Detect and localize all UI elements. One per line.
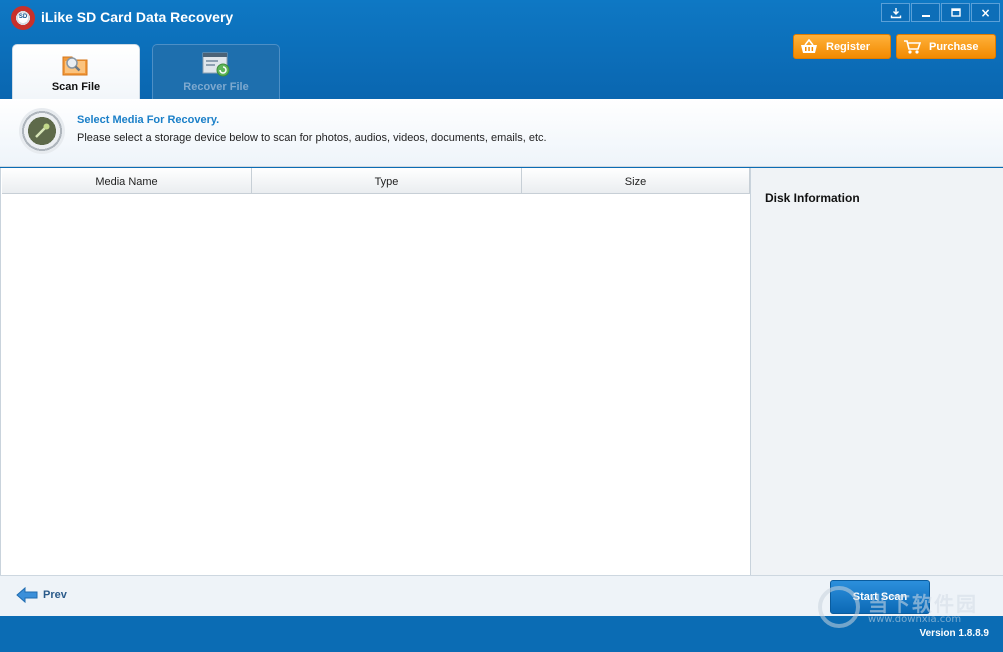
minimize-icon (921, 14, 930, 17)
instruction-banner: Select Media For Recovery. Please select… (0, 99, 1003, 167)
window-controls: × (881, 3, 1000, 22)
sd-card-disc-icon (19, 108, 65, 154)
recover-window-icon (202, 52, 230, 77)
title-bar: SD iLike SD Card Data Recovery × Scan Fi… (0, 0, 1003, 99)
prev-button[interactable]: Prev (16, 586, 67, 604)
purchase-label: Purchase (929, 40, 979, 53)
window-title: iLike SD Card Data Recovery (41, 9, 234, 25)
watermark-url: www.downxia.com (868, 614, 962, 625)
tab-label-scan: Scan File (51, 81, 101, 93)
shopping-cart-icon (904, 39, 921, 54)
start-scan-button[interactable]: Start Scan (830, 580, 930, 614)
minimize-button[interactable] (911, 3, 940, 22)
media-table-header: Media Name Type Size (2, 168, 750, 194)
download-update-button[interactable] (881, 3, 910, 22)
column-header-media-name[interactable]: Media Name (2, 168, 252, 193)
register-button[interactable]: Register (793, 34, 891, 59)
disk-information-title: Disk Information (765, 191, 860, 205)
column-header-size[interactable]: Size (522, 168, 750, 193)
register-label: Register (826, 40, 871, 53)
tab-recover-file[interactable]: Recover File (152, 44, 280, 99)
bottom-navigation: Prev Start Scan (0, 575, 1003, 616)
media-table[interactable]: Media Name Type Size (2, 168, 751, 575)
app-logo-icon: SD (11, 6, 35, 30)
close-icon: × (980, 5, 991, 20)
download-icon (890, 7, 901, 18)
arrow-left-icon (16, 586, 38, 604)
maximize-button[interactable] (941, 3, 970, 22)
close-button[interactable]: × (971, 3, 1000, 22)
maximize-icon (950, 7, 961, 17)
banner-title: Select Media For Recovery. (77, 114, 220, 126)
disk-information-panel: Disk Information (751, 168, 1003, 575)
column-header-type[interactable]: Type (252, 168, 522, 193)
media-table-body[interactable] (2, 194, 750, 574)
tab-scan-file[interactable]: Scan File (12, 44, 140, 99)
prev-label: Prev (43, 589, 67, 601)
main-content: Media Name Type Size Disk Information (0, 168, 1003, 575)
scan-folder-icon (62, 56, 88, 76)
purchase-button[interactable]: Purchase (896, 34, 996, 59)
basket-icon (801, 38, 817, 53)
version-label: Version 1.8.8.9 (919, 628, 990, 639)
status-bar: 当下软件园 www.downxia.com Version 1.8.8.9 (0, 586, 1003, 652)
banner-subtitle: Please select a storage device below to … (77, 132, 547, 144)
tab-label-recover: Recover File (183, 81, 249, 93)
